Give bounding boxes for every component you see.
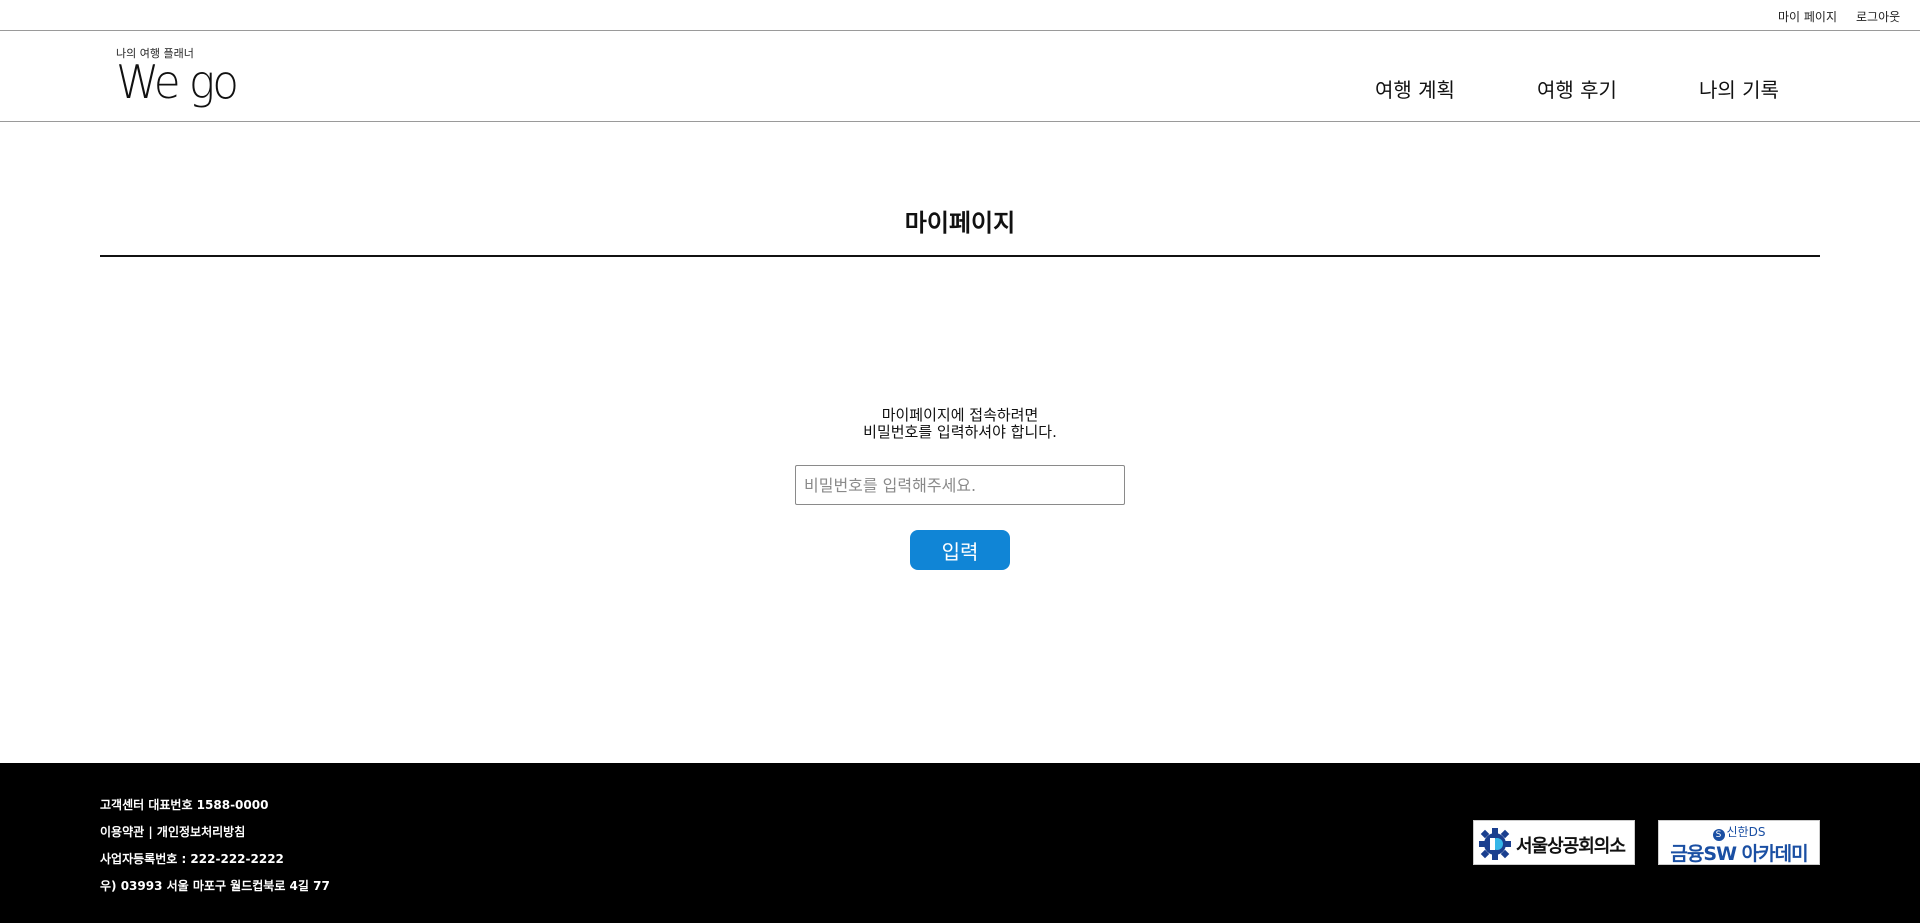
partner-main-name: 금융SW 아카데미 bbox=[1670, 843, 1808, 865]
submit-button[interactable]: 입력 bbox=[910, 530, 1010, 570]
nav-item-travel-review[interactable]: 여행 후기 bbox=[1537, 74, 1617, 103]
privacy-policy-link[interactable]: 개인정보처리방침 bbox=[157, 825, 245, 839]
partner-sub-name: 신한DS bbox=[1726, 825, 1766, 839]
customer-center-number: 고객센터 대표번호 1588-0000 bbox=[100, 798, 269, 812]
partner-logo-seoul-chamber[interactable]: 서울상공회의소 bbox=[1473, 820, 1635, 865]
address: 우) 03993 서울 마포구 월드컵북로 4길 77 bbox=[100, 879, 330, 893]
business-number: 사업자등록번호 : 222-222-2222 bbox=[100, 852, 284, 866]
nav-item-my-records[interactable]: 나의 기록 bbox=[1699, 74, 1779, 103]
page: 마이 페이지 로그아웃 나의 여행 플래너 We go 여행 계획 여행 후기 … bbox=[0, 0, 1920, 923]
notice-line-1: 마이페이지에 접속하려면 bbox=[881, 406, 1039, 424]
nav-item-travel-plan[interactable]: 여행 계획 bbox=[1375, 74, 1455, 103]
title-divider bbox=[100, 255, 1820, 257]
page-title: 마이페이지 bbox=[904, 209, 1016, 237]
footer-link-separator: | bbox=[144, 825, 157, 839]
logout-link[interactable]: 로그아웃 bbox=[1856, 8, 1900, 25]
terms-link[interactable]: 이용약관 bbox=[100, 825, 144, 839]
gear-logo-icon bbox=[1479, 828, 1511, 860]
site-footer: 고객센터 대표번호 1588-0000 이용약관 | 개인정보처리방침 사업자등… bbox=[0, 763, 1920, 923]
footer-links: 이용약관 | 개인정보처리방침 bbox=[100, 823, 245, 840]
site-header: 나의 여행 플래너 We go 여행 계획 여행 후기 나의 기록 bbox=[0, 31, 1920, 122]
password-input[interactable] bbox=[795, 465, 1125, 505]
partner-name: 서울상공회의소 bbox=[1516, 836, 1626, 857]
mypage-link[interactable]: 마이 페이지 bbox=[1778, 8, 1837, 25]
logo-wordmark: We go bbox=[116, 55, 239, 109]
partner-logo-shinhan-academy[interactable]: S 신한DS 금융SW 아카데미 bbox=[1658, 820, 1820, 865]
logo[interactable]: 나의 여행 플래너 We go bbox=[116, 45, 242, 109]
password-notice: 마이페이지에 접속하려면 비밀번호를 입력하셔야 합니다. bbox=[660, 407, 1260, 441]
top-utility-bar: 마이 페이지 로그아웃 bbox=[0, 0, 1920, 31]
notice-line-2: 비밀번호를 입력하셔야 합니다. bbox=[863, 423, 1057, 441]
